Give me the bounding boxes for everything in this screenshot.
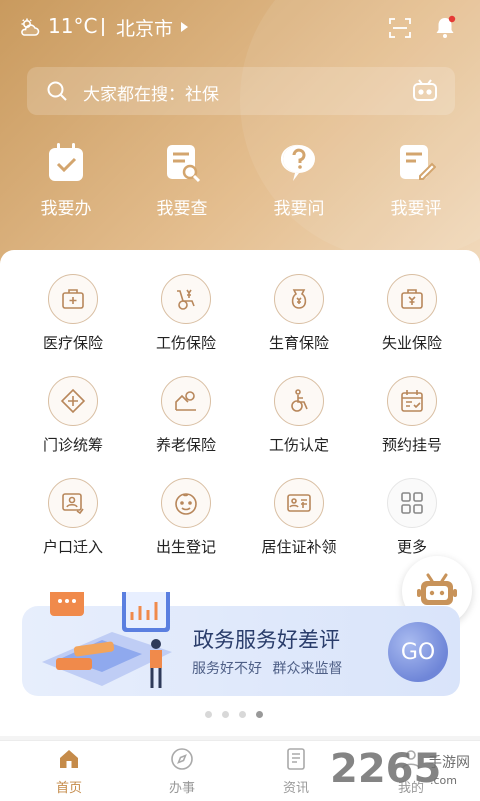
quick-action-label: 我要问 xyxy=(273,199,325,219)
robot-assistant-icon[interactable] xyxy=(411,78,439,104)
carousel-dot[interactable] xyxy=(239,711,246,718)
service-medical-insurance[interactable]: 医疗保险 xyxy=(13,274,133,353)
calendar-icon xyxy=(401,390,423,412)
banner-title: 政务服务好差评 xyxy=(193,628,340,652)
service-residence-permit-reissue[interactable]: 居住证补领 xyxy=(239,478,359,557)
grid-more-icon xyxy=(401,492,423,514)
service-birth-registration[interactable]: 出生登记 xyxy=(126,478,246,557)
document-edit-icon xyxy=(400,145,436,180)
banner-subtitle: 服务好不好 群众来监督 xyxy=(192,661,343,677)
service-outpatient-pooling[interactable]: 门诊统筹 xyxy=(13,376,133,455)
question-chat-icon xyxy=(280,144,315,181)
news-icon xyxy=(287,748,305,770)
bell-icon[interactable] xyxy=(432,14,458,40)
go-button[interactable]: GO xyxy=(388,622,448,682)
watermark-logo: 2265 xyxy=(330,746,442,792)
service-household-transfer[interactable]: 户口迁入 xyxy=(13,478,133,557)
tab-news[interactable]: 资讯 xyxy=(256,747,336,796)
briefcase-yuan-icon xyxy=(401,289,423,309)
home-icon xyxy=(60,750,78,768)
watermark-text: 手游网 xyxy=(428,755,470,771)
carousel-dot[interactable] xyxy=(222,711,229,718)
maternity-yuan-icon xyxy=(291,289,307,309)
quick-action-handle[interactable]: 我要办 xyxy=(11,142,121,219)
baby-face-icon xyxy=(175,493,197,515)
scan-icon[interactable] xyxy=(388,16,412,40)
top-bar: 11°C 北京市 xyxy=(0,0,480,56)
compass-icon xyxy=(171,748,193,770)
elderly-icon xyxy=(175,391,196,411)
cloudy-sun-icon xyxy=(21,18,40,36)
medical-kit-icon xyxy=(62,289,84,309)
tab-home[interactable]: 首页 xyxy=(29,747,109,796)
carousel-indicator xyxy=(205,711,263,718)
quick-action-evaluate[interactable]: 我要评 xyxy=(361,142,471,219)
service-unemployment-insurance[interactable]: 失业保险 xyxy=(352,274,472,353)
tab-affairs[interactable]: 办事 xyxy=(142,747,222,796)
id-transfer-icon xyxy=(62,493,84,515)
temperature: 11°C xyxy=(48,14,98,38)
quick-action-label: 我要评 xyxy=(390,199,442,219)
service-pension-insurance[interactable]: 养老保险 xyxy=(126,376,246,455)
search-icon xyxy=(47,81,67,101)
id-card-icon xyxy=(287,494,311,512)
service-more[interactable]: 更多 xyxy=(352,478,472,557)
service-maternity-insurance[interactable]: 生育保险 xyxy=(239,274,359,353)
evaluation-banner[interactable]: 政务服务好差评 服务好不好 群众来监督 GO xyxy=(22,592,460,696)
search-placeholder: 大家都在搜：社保 xyxy=(83,85,219,105)
notification-dot xyxy=(448,15,456,23)
carousel-dot-active[interactable] xyxy=(256,711,263,718)
caret-right-icon[interactable] xyxy=(181,22,188,32)
divider xyxy=(102,18,104,36)
robot-assistant-icon xyxy=(417,573,457,605)
wheelchair-icon xyxy=(291,389,308,412)
document-search-icon xyxy=(167,145,201,183)
service-work-injury-determination[interactable]: 工伤认定 xyxy=(239,376,359,455)
quick-action-label: 我要查 xyxy=(156,199,208,219)
quick-action-label: 我要办 xyxy=(40,199,92,219)
search-bar[interactable]: 大家都在搜：社保 xyxy=(27,67,455,115)
wheelchair-yuan-icon xyxy=(177,289,195,310)
banner-illustration xyxy=(42,592,172,688)
diamond-plus-icon xyxy=(60,388,86,414)
city-selector[interactable]: 北京市 xyxy=(116,14,173,41)
quick-action-ask[interactable]: 我要问 xyxy=(244,142,354,219)
quick-action-query[interactable]: 我要查 xyxy=(127,142,237,219)
watermark-url: .com xyxy=(430,774,457,787)
service-work-injury-insurance[interactable]: 工伤保险 xyxy=(126,274,246,353)
carousel-dot[interactable] xyxy=(205,711,212,718)
calendar-check-icon xyxy=(49,143,83,181)
service-appointment-registration[interactable]: 预约挂号 xyxy=(352,376,472,455)
